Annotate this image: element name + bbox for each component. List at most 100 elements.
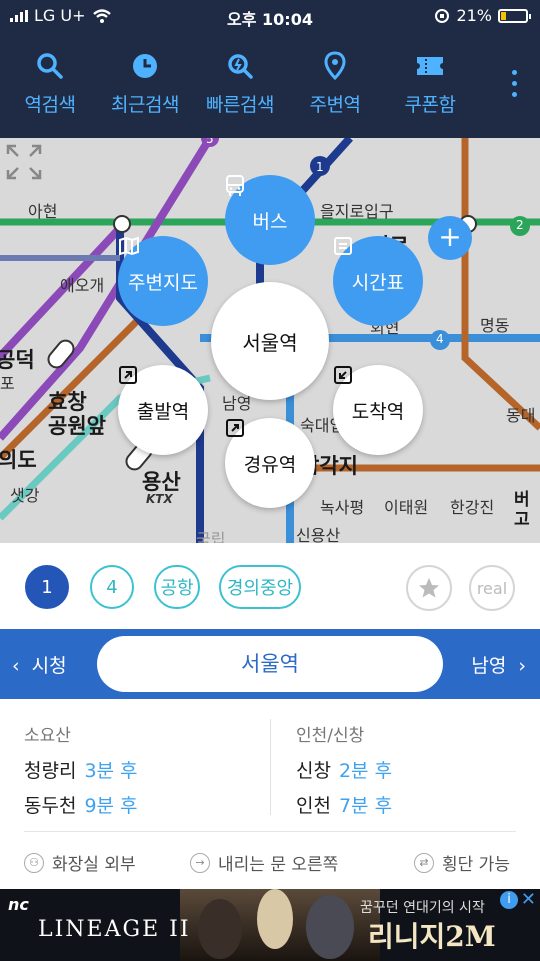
line-badge: 5 bbox=[206, 138, 214, 146]
station-label[interactable]: 명동 bbox=[480, 312, 509, 336]
current-station-bubble[interactable]: 서울역 bbox=[211, 282, 329, 400]
add-favorite-button[interactable]: + bbox=[428, 216, 472, 260]
nav-nearby-station[interactable]: 주변역 bbox=[285, 48, 385, 117]
departure-label: 출발역 bbox=[136, 400, 190, 423]
nav-label: 주변역 bbox=[309, 94, 361, 116]
nearby-map-button[interactable]: 주변지도 bbox=[118, 236, 208, 326]
map-icon bbox=[119, 236, 139, 256]
arrow-diagonal-icon bbox=[226, 419, 244, 437]
quick-search-icon bbox=[228, 54, 253, 79]
line-chip-airport[interactable]: 공항 bbox=[154, 565, 200, 609]
line-chip-4[interactable]: 4 bbox=[90, 565, 134, 609]
fullscreen-icon[interactable] bbox=[0, 138, 48, 186]
restroom-label: 화장실 외부 bbox=[52, 855, 136, 875]
ktx-label: KTX bbox=[146, 492, 173, 506]
destination: 신창 bbox=[296, 760, 331, 782]
chip-label: 공항 bbox=[160, 578, 194, 599]
station-label[interactable]: 효창 공원앞 bbox=[48, 390, 106, 438]
arrival-row: 신창 2분 후 bbox=[296, 756, 536, 783]
station-label[interactable]: 녹사평 bbox=[320, 494, 364, 518]
realtime-button[interactable]: real bbox=[469, 565, 515, 611]
ad-title: 리니지2M bbox=[368, 920, 496, 953]
arrival-info: 소요산 청량리 3분 후 동두천 9분 후 인천/신창 신창 2분 후 인천 7분 후 bbox=[0, 699, 540, 831]
arrival-time: 9분 후 bbox=[84, 795, 138, 817]
divider bbox=[24, 831, 516, 832]
station-label: 버 고 bbox=[514, 490, 530, 530]
station-label[interactable]: 샛강 bbox=[10, 482, 39, 506]
station-label[interactable]: 신용산 bbox=[296, 522, 340, 543]
station-navigator: ‹ 시청 서울역 남영 › bbox=[0, 629, 540, 699]
arrival-time: 2분 후 bbox=[338, 760, 393, 782]
location-pin-icon bbox=[324, 51, 346, 81]
battery-percent: 21% bbox=[456, 6, 492, 25]
document-icon bbox=[334, 237, 352, 255]
ad-tagline: 꿈꾸던 연대기의 시작 bbox=[360, 900, 485, 916]
chip-label: 경의중앙 bbox=[226, 578, 294, 599]
arrival-column-left: 소요산 청량리 3분 후 동두천 9분 후 bbox=[24, 721, 264, 826]
station-label: 국립 bbox=[196, 530, 226, 543]
station-label[interactable]: 동대 bbox=[506, 402, 535, 426]
ad-close-icon[interactable]: ✕ bbox=[521, 889, 536, 910]
bus-label: 버스 bbox=[252, 210, 288, 233]
divider bbox=[270, 719, 271, 815]
top-nav: 역검색 최근검색 빠른검색 주변역 쿠폰함 bbox=[0, 48, 540, 128]
search-icon bbox=[37, 53, 63, 79]
timetable-label: 시간표 bbox=[351, 271, 405, 294]
set-via-button[interactable]: 경유역 bbox=[225, 418, 315, 508]
nearby-map-label: 주변지도 bbox=[128, 271, 198, 294]
station-label: 포 bbox=[0, 374, 15, 393]
arrow-up-right-icon bbox=[119, 366, 137, 384]
current-station-bubble-label: 서울역 bbox=[242, 330, 298, 355]
chevron-left-icon: ‹ bbox=[12, 655, 20, 677]
arrow-right-icon: → bbox=[190, 852, 210, 873]
line-selector: 1 4 공항 경의중앙 real bbox=[0, 543, 540, 629]
crossing-label: 횡단 가능 bbox=[442, 855, 510, 875]
more-menu-icon[interactable] bbox=[512, 70, 520, 100]
next-station-button[interactable]: 남영 › bbox=[471, 651, 526, 678]
battery-icon bbox=[498, 8, 531, 23]
current-station-name[interactable]: 서울역 bbox=[97, 636, 443, 692]
subway-map[interactable]: 1 2 4 5 아현 을지로입구 애오개 공덕 포 효창 공원앞 의도 샛강 용… bbox=[0, 138, 540, 543]
ad-banner[interactable]: nc LINEAGE II 꿈꾸던 연대기의 시작 리니지2M i ✕ bbox=[0, 889, 540, 961]
bus-button[interactable]: 버스 bbox=[225, 175, 315, 265]
station-label[interactable]: 아현 bbox=[28, 198, 57, 222]
nav-station-search[interactable]: 역검색 bbox=[0, 48, 100, 117]
destination: 청량리 bbox=[24, 760, 77, 782]
destination: 동두천 bbox=[24, 795, 77, 817]
clock-icon bbox=[133, 54, 157, 78]
station-label[interactable]: 애오개 bbox=[60, 272, 104, 296]
prev-station-label: 시청 bbox=[31, 655, 67, 677]
arrival-row: 청량리 3분 후 bbox=[24, 756, 264, 783]
crossing-info: ⇄ 횡단 가능 bbox=[414, 850, 510, 875]
line-chip-1[interactable]: 1 bbox=[25, 565, 69, 609]
station-label[interactable]: 이태원 bbox=[384, 494, 428, 518]
nav-label: 최근검색 bbox=[111, 94, 179, 116]
set-arrival-button[interactable]: 도착역 bbox=[333, 365, 423, 455]
favorite-button[interactable] bbox=[406, 565, 452, 611]
station-label[interactable]: 한강진 bbox=[450, 494, 494, 518]
direction-label: 인천/신창 bbox=[296, 726, 365, 746]
nav-coupon-box[interactable]: 쿠폰함 bbox=[380, 48, 480, 117]
restroom-icon: ⚇ bbox=[24, 852, 44, 873]
door-info: → 내리는 문 오른쪽 bbox=[190, 850, 338, 875]
nav-recent-search[interactable]: 최근검색 bbox=[95, 48, 195, 117]
arrow-down-left-icon bbox=[334, 366, 352, 384]
prev-station-button[interactable]: ‹ 시청 bbox=[12, 651, 67, 678]
arrival-time: 3분 후 bbox=[84, 760, 138, 782]
timetable-button[interactable]: 시간표 bbox=[333, 236, 423, 326]
rotation-lock-icon bbox=[435, 8, 450, 23]
status-bar: LG U+ 오후 10:04 21% bbox=[0, 0, 540, 34]
station-label[interactable]: 을지로입구 bbox=[320, 198, 394, 222]
via-label: 경유역 bbox=[243, 453, 297, 476]
line-chip-gyeongui[interactable]: 경의중앙 bbox=[219, 565, 301, 609]
facility-info: ⚇ 화장실 외부 → 내리는 문 오른쪽 ⇄ 횡단 가능 bbox=[0, 840, 540, 884]
line-badge: 2 bbox=[516, 218, 524, 232]
nav-quick-search[interactable]: 빠른검색 bbox=[190, 48, 290, 117]
set-departure-button[interactable]: 출발역 bbox=[118, 365, 208, 455]
arrival-column-right: 인천/신창 신창 2분 후 인천 7분 후 bbox=[296, 721, 536, 826]
arrival-label: 도착역 bbox=[351, 400, 405, 423]
nav-label: 역검색 bbox=[24, 94, 76, 116]
direction-label: 소요산 bbox=[24, 726, 71, 746]
ad-info-icon[interactable]: i bbox=[500, 891, 518, 909]
ad-brand: nc bbox=[8, 895, 29, 914]
